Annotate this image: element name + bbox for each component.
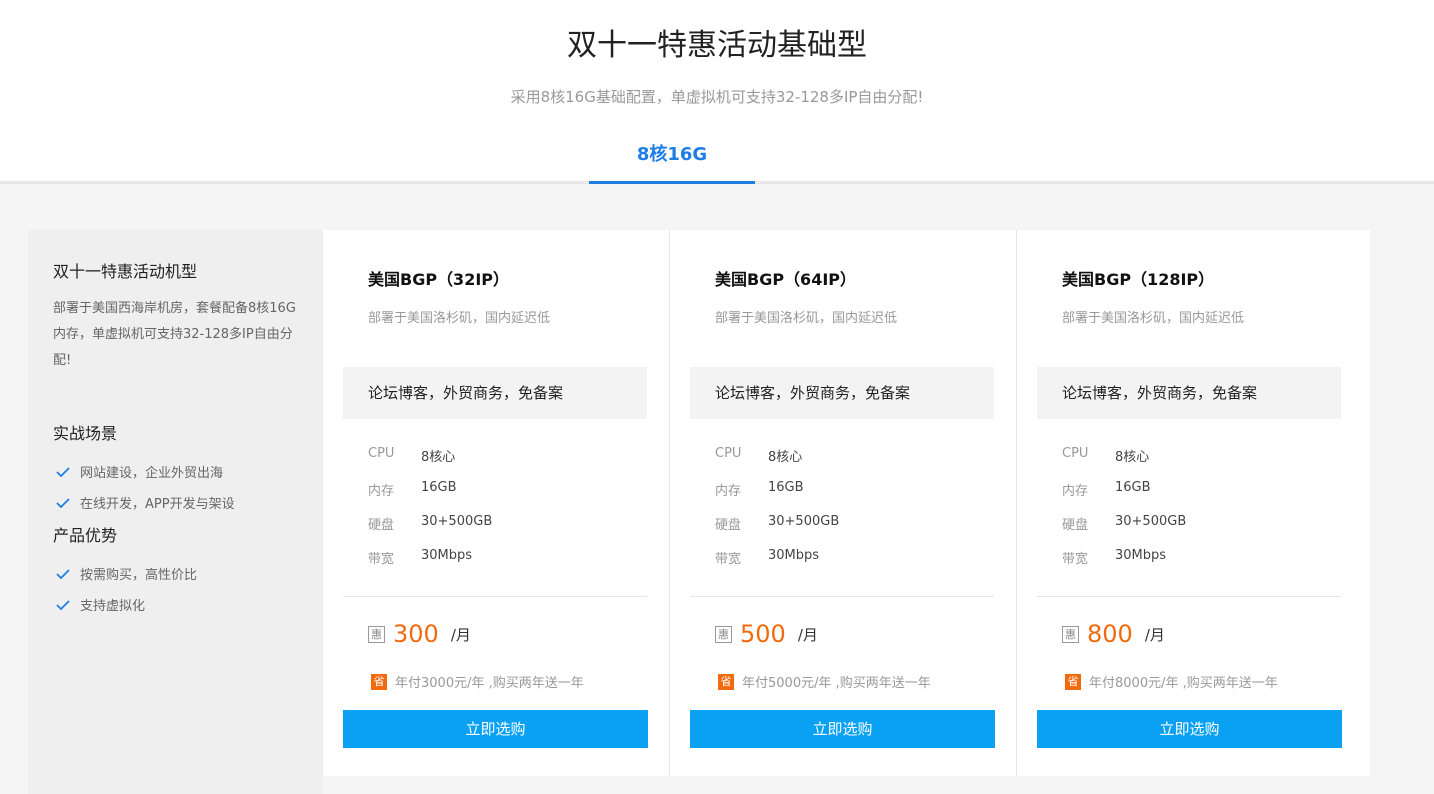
yearly-offer: 省 年付8000元/年 ,购买两年送一年 — [1065, 672, 1278, 691]
sidebar-info-panel: 双十一特惠活动机型 部署于美国西海岸机房，套餐配备8核16G内存，单虚拟机可支持… — [28, 230, 323, 794]
price-unit: /月 — [797, 625, 818, 644]
spec-key: 带宽 — [1062, 552, 1089, 567]
plan-card-64ip: 美国BGP（64IP） 部署于美国洛杉矶，国内延迟低 论坛博客，外贸商务，免备案… — [670, 230, 1016, 776]
spec-value: 16GB — [421, 480, 457, 495]
spec-value: 16GB — [768, 480, 804, 495]
spec-value: 8核心 — [768, 450, 803, 465]
spec-key: 带宽 — [368, 552, 395, 567]
spec-row-disk: 硬盘 30+500GB — [715, 514, 839, 533]
spec-row-memory: 内存 16GB — [715, 480, 804, 499]
main-content: 双十一特惠活动机型 部署于美国西海岸机房，套餐配备8核16G内存，单虚拟机可支持… — [0, 184, 1434, 794]
buy-button[interactable]: 立即选购 — [1037, 710, 1342, 748]
buy-button[interactable]: 立即选购 — [343, 710, 648, 748]
sidebar-description: 部署于美国西海岸机房，套餐配备8核16G内存，单虚拟机可支持32-128多IP自… — [53, 301, 296, 368]
sidebar-title: 双十一特惠活动机型 — [53, 262, 198, 281]
price-unit: /月 — [450, 625, 471, 644]
spec-key: 内存 — [715, 484, 742, 499]
spec-row-memory: 内存 16GB — [1062, 480, 1151, 499]
check-icon — [56, 599, 70, 610]
divider — [1037, 596, 1341, 597]
check-icon — [56, 497, 70, 508]
advantage-item-label: 按需购买，高性价比 — [80, 568, 198, 583]
page-title: 双十一特惠活动基础型 — [567, 28, 867, 63]
price-row: 惠 800 /月 — [1062, 620, 1165, 648]
plan-name: 美国BGP（128IP） — [1062, 270, 1215, 289]
sheng-badge-icon: 省 — [718, 673, 734, 690]
plan-name: 美国BGP（64IP） — [715, 270, 857, 289]
spec-row-bandwidth: 带宽 30Mbps — [715, 548, 819, 567]
plan-tagline: 论坛博客，外贸商务，免备案 — [343, 367, 647, 419]
price-unit: /月 — [1144, 625, 1165, 644]
spec-key: 内存 — [368, 484, 395, 499]
tab-8core-16g[interactable]: 8核16G — [589, 130, 755, 184]
spec-row-memory: 内存 16GB — [368, 480, 457, 499]
scene-item: 网站建设，企业外贸出海 — [56, 462, 223, 481]
price-row: 惠 500 /月 — [715, 620, 818, 648]
spec-value: 30+500GB — [1115, 514, 1187, 529]
advantage-item: 支持虚拟化 — [56, 595, 145, 614]
spec-value: 30+500GB — [768, 514, 840, 529]
yearly-offer-text: 年付3000元/年 ,购买两年送一年 — [395, 676, 584, 691]
advantages-title: 产品优势 — [53, 526, 118, 545]
spec-key: 硬盘 — [715, 518, 742, 533]
spec-key: 硬盘 — [1062, 518, 1089, 533]
page-header: 双十一特惠活动基础型 采用8核16G基础配置，单虚拟机可支持32-128多IP自… — [0, 0, 1434, 184]
spec-row-cpu: CPU 8核心 — [1062, 446, 1149, 465]
scene-item: 在线开发，APP开发与架设 — [56, 493, 235, 512]
plan-tagline: 论坛博客，外贸商务，免备案 — [1037, 367, 1341, 419]
page-subtitle: 采用8核16G基础配置，单虚拟机可支持32-128多IP自由分配! — [510, 88, 924, 106]
spec-value: 16GB — [1115, 480, 1151, 495]
spec-key: CPU — [715, 446, 742, 461]
spec-value: 30Mbps — [768, 548, 820, 563]
spec-value: 30Mbps — [421, 548, 473, 563]
spec-row-disk: 硬盘 30+500GB — [368, 514, 492, 533]
yearly-offer: 省 年付5000元/年 ,购买两年送一年 — [718, 672, 931, 691]
advantage-item: 按需购买，高性价比 — [56, 564, 197, 583]
plan-price: 500 — [740, 620, 786, 648]
spec-key: CPU — [1062, 446, 1089, 461]
yearly-offer-text: 年付5000元/年 ,购买两年送一年 — [742, 676, 931, 691]
divider — [343, 596, 647, 597]
spec-row-cpu: CPU 8核心 — [715, 446, 802, 465]
yearly-offer: 省 年付3000元/年 ,购买两年送一年 — [371, 672, 584, 691]
spec-key: 带宽 — [715, 552, 742, 567]
spec-value: 8核心 — [421, 450, 456, 465]
check-icon — [56, 568, 70, 579]
scene-item-label: 网站建设，企业外贸出海 — [80, 466, 224, 481]
plan-card-32ip: 美国BGP（32IP） 部署于美国洛杉矶，国内延迟低 论坛博客，外贸商务，免备案… — [323, 230, 669, 776]
sheng-badge-icon: 省 — [371, 673, 387, 690]
spec-key: 内存 — [1062, 484, 1089, 499]
check-icon — [56, 466, 70, 477]
plan-tagline: 论坛博客，外贸商务，免备案 — [690, 367, 994, 419]
spec-row-cpu: CPU 8核心 — [368, 446, 455, 465]
scenes-title: 实战场景 — [53, 424, 118, 443]
advantage-item-label: 支持虚拟化 — [80, 599, 146, 614]
price-row: 惠 300 /月 — [368, 620, 471, 648]
spec-row-bandwidth: 带宽 30Mbps — [1062, 548, 1166, 567]
spec-value: 8核心 — [1115, 450, 1150, 465]
buy-button[interactable]: 立即选购 — [690, 710, 995, 748]
plan-location: 部署于美国洛杉矶，国内延迟低 — [715, 311, 898, 326]
plan-price: 300 — [393, 620, 439, 648]
spec-row-disk: 硬盘 30+500GB — [1062, 514, 1186, 533]
plan-location: 部署于美国洛杉矶，国内延迟低 — [368, 311, 551, 326]
spec-row-bandwidth: 带宽 30Mbps — [368, 548, 472, 567]
scene-item-label: 在线开发，APP开发与架设 — [80, 497, 235, 512]
plan-location: 部署于美国洛杉矶，国内延迟低 — [1062, 311, 1245, 326]
sheng-badge-icon: 省 — [1065, 673, 1081, 690]
spec-value: 30Mbps — [1115, 548, 1167, 563]
plan-price: 800 — [1087, 620, 1133, 648]
spec-key: 硬盘 — [368, 518, 395, 533]
plan-card-128ip: 美国BGP（128IP） 部署于美国洛杉矶，国内延迟低 论坛博客，外贸商务，免备… — [1017, 230, 1370, 776]
hui-badge-icon: 惠 — [368, 625, 385, 643]
yearly-offer-text: 年付8000元/年 ,购买两年送一年 — [1089, 676, 1278, 691]
hui-badge-icon: 惠 — [715, 625, 732, 643]
plan-name: 美国BGP（32IP） — [368, 270, 510, 289]
divider — [690, 596, 994, 597]
spec-key: CPU — [368, 446, 395, 461]
spec-value: 30+500GB — [421, 514, 493, 529]
hui-badge-icon: 惠 — [1062, 625, 1079, 643]
